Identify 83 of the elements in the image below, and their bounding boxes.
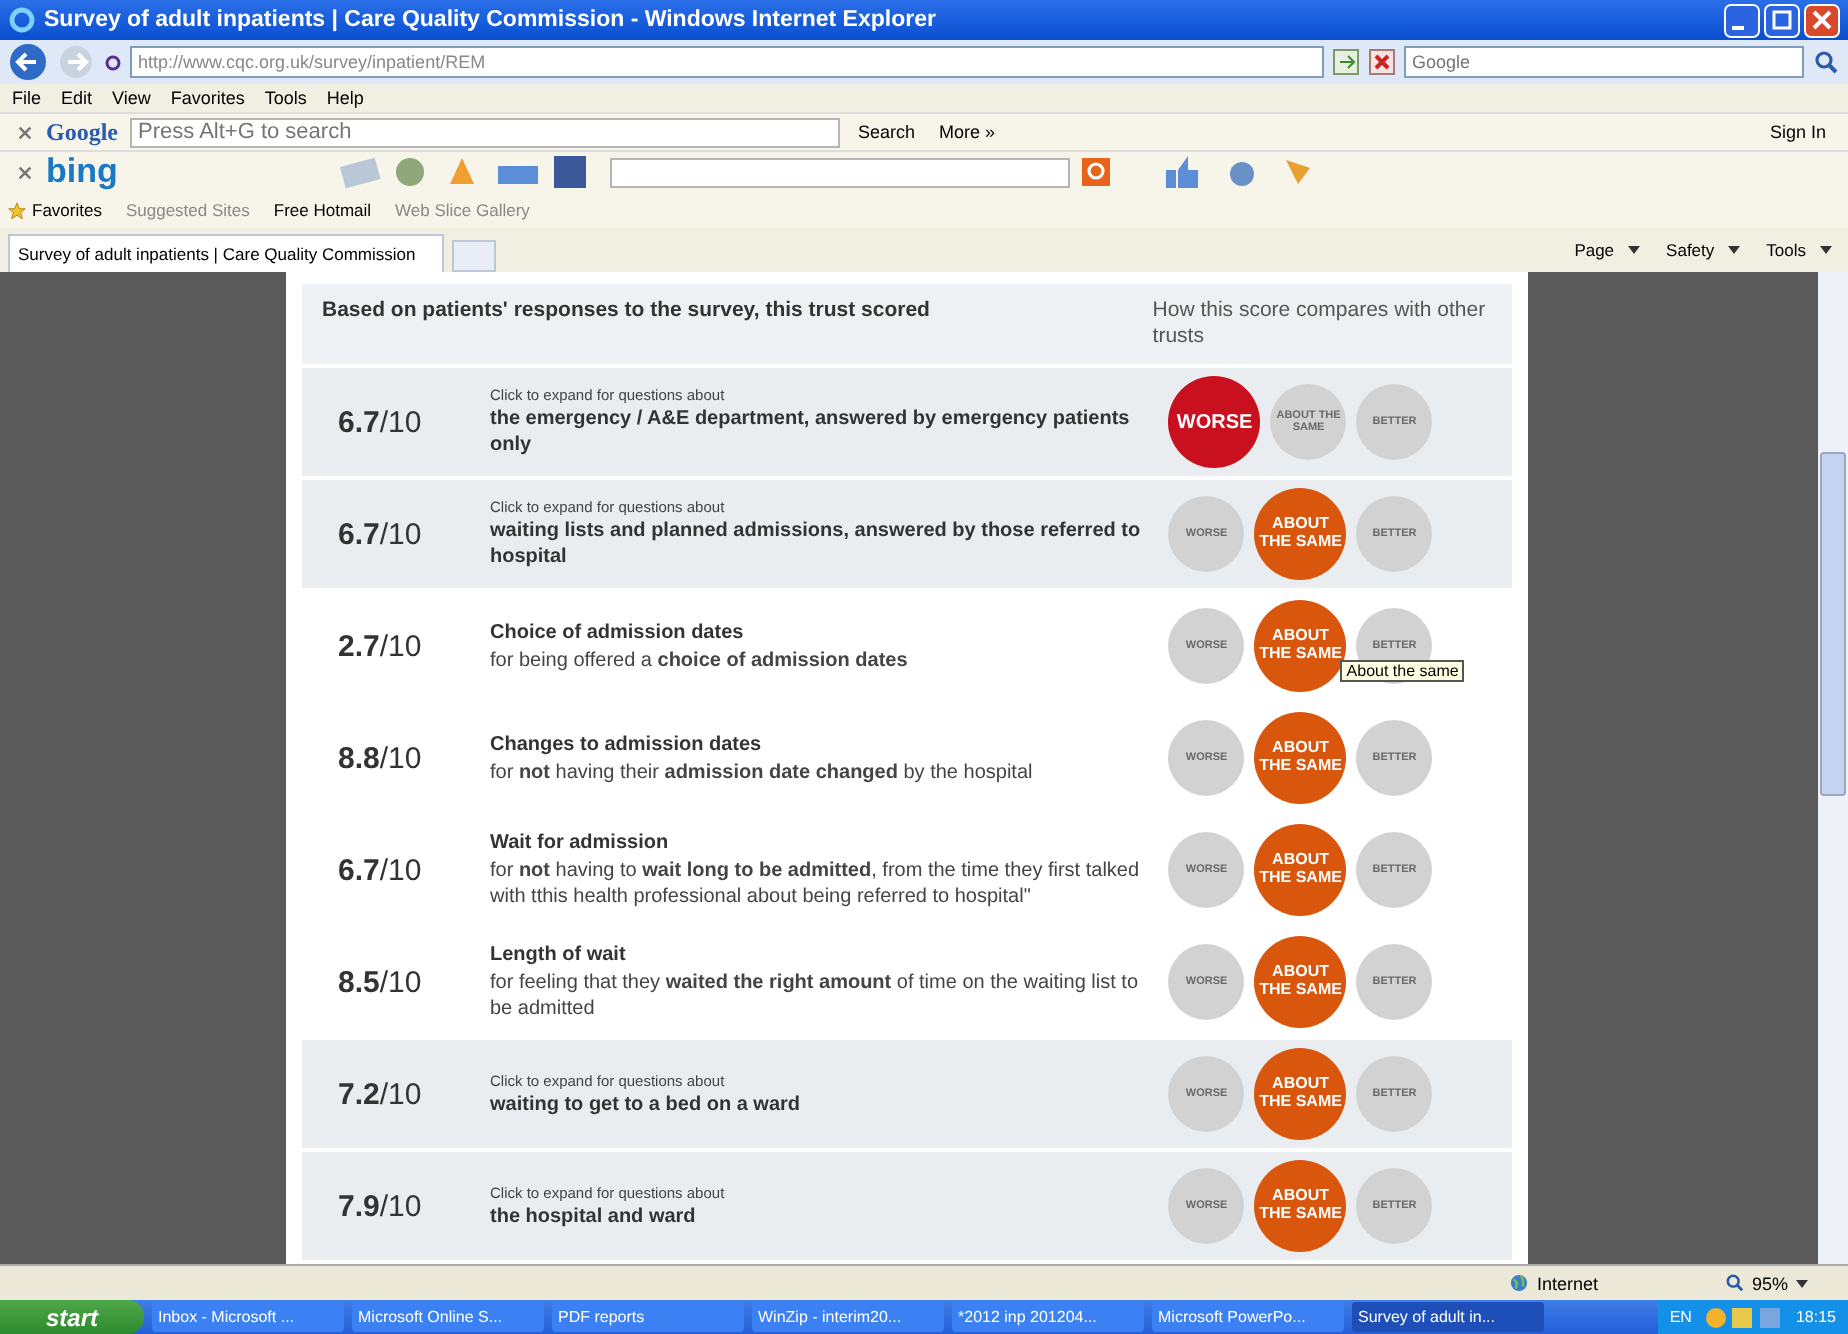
- zoom-button[interactable]: 95%: [1751, 1273, 1788, 1293]
- table-heading: Based on patients' responses to the survey, this trust scored: [322, 298, 932, 326]
- search-button[interactable]: Search: [852, 122, 922, 142]
- favorites-link[interactable]: Free Hotmail: [273, 200, 372, 220]
- rating-badge: ABOUT THE SAME: [1254, 600, 1347, 693]
- taskbar-button[interactable]: Microsoft PowerPo...: [1152, 1302, 1344, 1332]
- score-value: 8.5/10: [336, 965, 424, 1000]
- section-title: waiting to get to a bed on a ward: [490, 1091, 803, 1118]
- back-icon[interactable]: [8, 42, 48, 82]
- score-value: 7.9/10: [336, 1189, 424, 1224]
- taskbar-button[interactable]: Microsoft Online S...: [352, 1302, 544, 1332]
- bing-logo: bing: [46, 152, 120, 192]
- score-value: 7.2/10: [336, 1077, 424, 1112]
- clock: 18:15: [1795, 1308, 1836, 1326]
- refresh-icon[interactable]: [1332, 48, 1360, 76]
- section-title: the hospital and ward: [490, 1203, 698, 1230]
- search-field[interactable]: Press Alt+G to search: [130, 117, 840, 147]
- site-icon: [104, 53, 122, 71]
- question-title: Length of wait: [490, 942, 628, 969]
- menu-item[interactable]: File: [12, 88, 42, 108]
- question-text: for being offered a choice of admission dates: [490, 647, 910, 674]
- question-text: for feeling that they waited the right amount of time on the waiting list to be admitted: [490, 970, 1141, 1023]
- question-title: Changes to admission dates: [490, 731, 764, 758]
- address-field[interactable]: http://www.cqc.org.uk/survey/inpatient/REM: [130, 46, 1324, 78]
- command-menu[interactable]: Safety: [1660, 240, 1721, 260]
- search-icon[interactable]: [1812, 48, 1840, 76]
- score-value: 6.7/10: [336, 405, 424, 440]
- caret-icon[interactable]: [1728, 246, 1741, 254]
- menu-item[interactable]: Tools: [264, 88, 307, 108]
- menu-item[interactable]: View: [112, 88, 151, 108]
- rating-badge: ABOUT THE SAME: [1254, 1160, 1347, 1253]
- tooltip: About the same: [1340, 660, 1465, 683]
- close-icon[interactable]: [16, 163, 34, 181]
- caret-icon[interactable]: [1796, 1279, 1808, 1287]
- section-title: waiting lists and planned admissions, answered by those referred to hospital: [490, 518, 1143, 571]
- search-icon[interactable]: [1082, 158, 1110, 186]
- sign-in-button[interactable]: Sign In: [1763, 122, 1832, 142]
- search-field[interactable]: [610, 157, 1070, 187]
- table-heading: How this score compares with other trusts: [1152, 298, 1488, 351]
- score-value: 8.8/10: [336, 741, 424, 776]
- caret-icon[interactable]: [1820, 246, 1832, 254]
- window-title: Survey of adult inpatients | Care Quality Commission - Windows Internet Explorer: [44, 8, 938, 32]
- google-logo: Google: [46, 117, 118, 147]
- browser-tab[interactable]: Survey of adult inpatients | Care Quality Commission: [8, 234, 444, 272]
- star-icon: [8, 201, 26, 219]
- question-title: Choice of admission dates: [490, 619, 746, 646]
- taskbar-button[interactable]: Inbox - Microsoft ...: [152, 1302, 344, 1332]
- minimize-icon[interactable]: [1724, 3, 1760, 37]
- taskbar-button[interactable]: WinZip - interim20...: [752, 1302, 944, 1332]
- zoom-icon[interactable]: [1725, 1274, 1744, 1292]
- command-menu[interactable]: Page: [1568, 240, 1621, 260]
- close-icon[interactable]: [16, 123, 34, 141]
- globe-icon: [1510, 1274, 1529, 1292]
- maximize-icon[interactable]: [1764, 3, 1800, 37]
- more-button[interactable]: More »: [933, 122, 1002, 142]
- rating-badge: WORSE: [1168, 376, 1261, 469]
- status-zone: Internet: [1536, 1273, 1598, 1293]
- taskbar-button[interactable]: *2012 inp 201204...: [952, 1302, 1144, 1332]
- start-button[interactable]: start: [0, 1300, 144, 1334]
- favorites-button[interactable]: Favorites: [32, 200, 102, 220]
- rating-badge: ABOUT THE SAME: [1254, 824, 1347, 917]
- question-text: for not having to wait long to be admitted, from the time they first talked with tthis health professional about being referred to hospital": [490, 858, 1142, 911]
- taskbar-button[interactable]: PDF reports: [552, 1302, 744, 1332]
- menu-item[interactable]: Favorites: [170, 88, 245, 108]
- rating-badge: ABOUT THE SAME: [1254, 488, 1347, 581]
- search-field[interactable]: Google: [1404, 46, 1804, 78]
- menu-item[interactable]: Help: [326, 88, 364, 108]
- menu-item[interactable]: Edit: [61, 88, 93, 108]
- score-value: 2.7/10: [336, 629, 424, 664]
- stop-icon[interactable]: [1368, 48, 1396, 76]
- rating-badge: ABOUT THE SAME: [1254, 936, 1347, 1029]
- scroll-bar[interactable]: [1818, 272, 1848, 1264]
- rating-badge: ABOUT THE SAME: [1254, 1048, 1347, 1141]
- taskbar-button[interactable]: Survey of adult in...: [1352, 1302, 1544, 1332]
- caret-icon[interactable]: [1628, 246, 1641, 254]
- section-title: the emergency / A&E department, answered by emergency patients only: [490, 406, 1132, 459]
- question-text: for not having their admission date changed by the hospital: [490, 759, 1035, 786]
- score-value: 6.7/10: [336, 853, 424, 888]
- command-menu[interactable]: Tools: [1760, 240, 1812, 260]
- browser-icon: [8, 6, 36, 34]
- question-title: Wait for admission: [490, 830, 671, 857]
- score-value: 6.7/10: [336, 517, 424, 552]
- rating-badge: ABOUT THE SAME: [1254, 712, 1347, 805]
